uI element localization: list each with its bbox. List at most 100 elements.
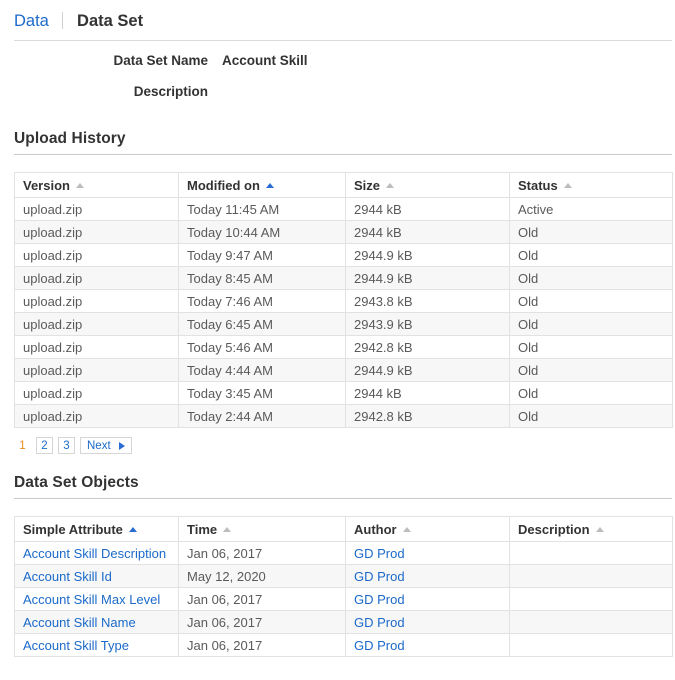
section-upload-history: Upload History [14,130,672,155]
cell-size: 2943.8 kB [345,289,510,313]
table-row: upload.zip Today 3:45 AM 2944 kB Old [14,381,673,405]
cell-size: 2944.9 kB [345,358,510,382]
table-row: upload.zip Today 6:45 AM 2943.9 kB Old [14,312,673,336]
upload-history-body: upload.zip Today 11:45 AM 2944 kB Active… [14,197,673,428]
cell-simple-attribute: Account Skill Name [14,610,179,634]
attribute-link[interactable]: Account Skill Name [23,615,136,630]
table-row: upload.zip Today 2:44 AM 2942.8 kB Old [14,404,673,428]
author-link[interactable]: GD Prod [354,615,405,630]
author-link[interactable]: GD Prod [354,592,405,607]
column-header-size[interactable]: Size [345,172,510,198]
pagination-next-button[interactable]: Next [80,437,132,454]
sort-ascending-icon[interactable] [386,182,395,188]
table-row: Account Skill Name Jan 06, 2017 GD Prod [14,610,673,634]
cell-time: Jan 06, 2017 [178,610,346,634]
cell-time: Jan 06, 2017 [178,633,346,657]
cell-author: GD Prod [345,564,510,588]
attribute-link[interactable]: Account Skill Description [23,546,166,561]
pagination-page-1[interactable]: 1 [14,437,31,454]
sort-ascending-icon[interactable] [75,182,84,188]
column-header-time[interactable]: Time [178,516,346,542]
breadcrumb-link-data[interactable]: Data [14,12,49,30]
field-row-data-set-name: Data Set Name Account Skill [0,53,675,69]
cell-author: GD Prod [345,541,510,565]
upload-history-title: Upload History [14,130,126,147]
table-row: upload.zip Today 5:46 AM 2942.8 kB Old [14,335,673,359]
sort-ascending-icon[interactable] [563,182,572,188]
cell-status: Old [509,312,673,336]
sort-ascending-icon[interactable] [595,526,604,532]
cell-size: 2942.8 kB [345,335,510,359]
cell-version: upload.zip [14,243,179,267]
section-data-set-objects: Data Set Objects [14,474,672,499]
sort-ascending-icon[interactable] [402,526,411,532]
breadcrumb: Data Data Set [0,0,675,40]
column-header-status-label: Status [518,177,558,193]
cell-status: Old [509,404,673,428]
cell-version: upload.zip [14,197,179,221]
column-header-size-label: Size [354,177,381,193]
spacer-above-data-set-objects [0,454,675,474]
column-header-description[interactable]: Description [509,516,673,542]
cell-status: Old [509,220,673,244]
column-header-author-label: Author [354,521,397,537]
cell-description [509,564,673,588]
chevron-right-icon [118,441,125,450]
cell-size: 2943.9 kB [345,312,510,336]
author-link[interactable]: GD Prod [354,546,405,561]
breadcrumb-separator [62,12,64,29]
cell-modified-on: Today 4:44 AM [178,358,346,382]
field-row-description: Description [0,80,675,99]
cell-version: upload.zip [14,335,179,359]
cell-modified-on: Today 8:45 AM [178,266,346,290]
data-set-name-label: Data Set Name [113,53,208,68]
attribute-link[interactable]: Account Skill Type [23,638,129,653]
pagination-next-label: Next [87,439,111,452]
table-row: upload.zip Today 4:44 AM 2944.9 kB Old [14,358,673,382]
cell-version: upload.zip [14,266,179,290]
cell-modified-on: Today 5:46 AM [178,335,346,359]
author-link[interactable]: GD Prod [354,638,405,653]
cell-status: Old [509,358,673,382]
column-header-status[interactable]: Status [509,172,673,198]
upload-history-header-row: Version Modified on Size Status [14,172,673,198]
column-header-version-label: Version [23,177,70,193]
data-set-detail-fields: Data Set Name Account Skill Description [0,41,675,99]
data-set-name-value: Account Skill [222,53,308,68]
cell-time: Jan 06, 2017 [178,541,346,565]
cell-status: Old [509,335,673,359]
column-header-modified-on[interactable]: Modified on [178,172,346,198]
table-row: upload.zip Today 8:45 AM 2944.9 kB Old [14,266,673,290]
upload-history-pagination: 1 2 3 Next [14,437,675,454]
sort-ascending-icon[interactable] [223,526,232,532]
cell-author: GD Prod [345,633,510,657]
cell-version: upload.zip [14,404,179,428]
upload-history-table: Version Modified on Size Status upload.z… [14,172,673,428]
column-header-simple-attribute-label: Simple Attribute [23,521,123,537]
upload-history-divider [14,154,672,155]
table-row: Account Skill Max Level Jan 06, 2017 GD … [14,587,673,611]
attribute-link[interactable]: Account Skill Max Level [23,592,160,607]
description-label: Description [133,84,208,99]
table-row: Account Skill Type Jan 06, 2017 GD Prod [14,633,673,657]
pagination-page-2[interactable]: 2 [36,437,53,454]
sort-ascending-icon[interactable] [265,182,274,188]
cell-description [509,610,673,634]
cell-version: upload.zip [14,358,179,382]
cell-modified-on: Today 6:45 AM [178,312,346,336]
table-row: upload.zip Today 11:45 AM 2944 kB Active [14,197,673,221]
column-header-simple-attribute[interactable]: Simple Attribute [14,516,179,542]
column-header-author[interactable]: Author [345,516,510,542]
column-header-version[interactable]: Version [14,172,179,198]
cell-size: 2944.9 kB [345,266,510,290]
data-set-page: Data Data Set Data Set Name Account Skil… [0,0,675,680]
data-set-objects-body: Account Skill Description Jan 06, 2017 G… [14,541,673,657]
cell-size: 2944 kB [345,381,510,405]
author-link[interactable]: GD Prod [354,569,405,584]
cell-author: GD Prod [345,610,510,634]
table-row: Account Skill Id May 12, 2020 GD Prod [14,564,673,588]
attribute-link[interactable]: Account Skill Id [23,569,112,584]
sort-ascending-icon[interactable] [128,526,137,532]
cell-status: Active [509,197,673,221]
pagination-page-3[interactable]: 3 [58,437,75,454]
